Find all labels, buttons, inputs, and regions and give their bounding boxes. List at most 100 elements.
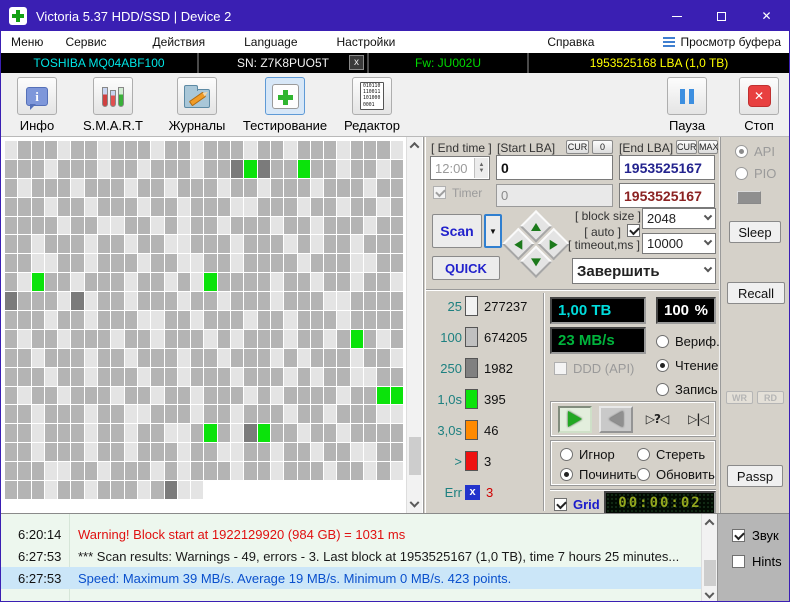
quick-button[interactable]: QUICK <box>432 256 500 280</box>
log-row[interactable]: 6:27:53*** Scan results: Warnings - 49, … <box>1 545 701 567</box>
scan-block <box>111 235 123 253</box>
log-scrollbar[interactable] <box>701 514 717 602</box>
scan-block <box>218 217 230 235</box>
ddd-api-checkbox[interactable] <box>554 362 567 375</box>
buffer-view-button[interactable]: Просмотр буфера <box>663 35 781 49</box>
radio-icon[interactable] <box>656 359 669 372</box>
toolbar-smart-button[interactable]: S.M.A.R.T <box>73 77 153 133</box>
toolbar-stop-button[interactable]: ✕ Стоп <box>731 77 787 133</box>
scrollbar-thumb[interactable] <box>409 437 421 475</box>
sound-checkbox[interactable] <box>732 529 745 542</box>
time-spinner[interactable]: ▲▼ <box>474 158 488 178</box>
scan-map-scrollbar[interactable] <box>406 137 422 513</box>
mode-radio-Вериф.[interactable]: Вериф. <box>656 335 720 348</box>
log-row[interactable]: 6:20:14Warning! Block start at 192212992… <box>1 523 701 545</box>
toolbar-testing-button[interactable]: Тестирование <box>239 77 331 133</box>
scrollbar-thumb[interactable] <box>704 560 716 586</box>
radio-icon[interactable] <box>560 468 573 481</box>
menu-item-2[interactable]: Сервис <box>65 35 106 49</box>
hints-toggle-row[interactable]: Hints <box>732 554 782 569</box>
grid-checkbox[interactable] <box>554 498 567 511</box>
scan-block <box>71 198 83 216</box>
end-lba-max-button[interactable]: MAX <box>698 140 718 154</box>
scroll-up-icon[interactable] <box>407 137 422 153</box>
toolbar-info-button[interactable]: i Инфо <box>7 77 67 133</box>
log-row[interactable]: 6:27:53Speed: Maximum 39 MB/s. Average 1… <box>1 567 701 589</box>
toolbar-editor-button[interactable]: 010110 110011 101000 0001 Редактор <box>333 77 411 133</box>
arrow-down-icon <box>531 258 541 266</box>
action-radio-Игнор[interactable]: Игнор <box>560 448 615 461</box>
scroll-up-icon[interactable] <box>702 514 717 530</box>
block-size-select[interactable]: 2048 <box>642 208 716 229</box>
menu-item-5[interactable]: Настройки <box>337 35 396 49</box>
passport-button[interactable]: Passp <box>727 465 783 487</box>
start-lba-input[interactable]: 0 <box>496 155 613 180</box>
seek-question-button[interactable]: ▷?◁ <box>640 412 674 426</box>
rd-button[interactable]: RD <box>757 391 784 404</box>
play-button[interactable] <box>558 406 592 433</box>
api-radio[interactable] <box>735 145 748 158</box>
end-lba-cur-button[interactable]: CUR <box>676 140 697 154</box>
scan-block <box>85 141 97 159</box>
scroll-down-icon[interactable] <box>407 497 422 513</box>
action-radio-Стереть[interactable]: Стереть <box>637 448 705 461</box>
menu-item-4[interactable]: Language <box>244 35 297 49</box>
scan-block <box>178 198 190 216</box>
device-model[interactable]: TOSHIBA MQ04ABF100 <box>1 53 197 73</box>
scan-button[interactable]: Scan <box>432 214 482 248</box>
back-button[interactable] <box>599 406 633 433</box>
end-time-input[interactable]: 12:00 ▲▼ <box>430 156 490 180</box>
close-button[interactable]: ✕ <box>744 1 789 31</box>
seek-edge-button[interactable]: ▷|◁ <box>681 412 715 426</box>
scan-block <box>351 368 363 386</box>
timer-input[interactable]: 0 <box>496 184 613 207</box>
radio-icon[interactable] <box>656 383 669 396</box>
radio-icon[interactable] <box>560 448 573 461</box>
sound-toggle-row[interactable]: Звук <box>732 528 779 543</box>
pio-radio-row[interactable]: PIO <box>735 167 776 180</box>
radio-icon[interactable] <box>656 335 669 348</box>
radio-icon[interactable] <box>637 448 650 461</box>
recall-button[interactable]: Recall <box>727 282 785 304</box>
device-capacity[interactable]: 1953525168 LBA (1,0 TB) <box>529 53 789 73</box>
action-radio-Починить[interactable]: Починить <box>560 468 637 481</box>
start-lba-zero-button[interactable]: 0 <box>592 140 613 154</box>
arrow-up-icon <box>531 222 541 230</box>
menu-item-6[interactable]: Справка <box>547 35 594 49</box>
scan-block <box>284 387 296 405</box>
sleep-button[interactable]: Sleep <box>729 221 781 243</box>
pio-radio[interactable] <box>735 167 748 180</box>
device-serial[interactable]: SN: Z7K8PUO5T x <box>199 53 367 73</box>
scan-block <box>364 273 376 291</box>
wr-button[interactable]: WR <box>726 391 753 404</box>
auto-checkbox[interactable] <box>627 224 640 237</box>
api-radio-row[interactable]: API <box>735 145 775 158</box>
end-lba-input[interactable]: 1953525167 <box>619 155 715 180</box>
timeout-select[interactable]: 10000 <box>642 233 716 254</box>
radio-icon[interactable] <box>637 468 650 481</box>
scroll-down-icon[interactable] <box>702 588 717 602</box>
device-tab-close-button[interactable]: x <box>349 55 364 70</box>
scan-block <box>98 443 110 461</box>
toolbar-journals-button[interactable]: Журналы <box>157 77 237 133</box>
scan-block <box>178 387 190 405</box>
start-lba-cur-button[interactable]: CUR <box>566 140 589 154</box>
scan-block <box>5 179 17 197</box>
scan-dropdown-button[interactable]: ▼ <box>484 214 502 248</box>
mode-radio-Чтение[interactable]: Чтение <box>656 359 720 372</box>
menu-item-1[interactable]: Меню <box>11 35 43 49</box>
scan-block <box>138 462 150 480</box>
hints-checkbox[interactable] <box>732 555 745 568</box>
action-radio-Обновить[interactable]: Обновить <box>637 468 715 481</box>
end-lba-input-2[interactable]: 1953525167 <box>619 183 715 208</box>
minimize-button[interactable] <box>654 1 699 31</box>
finish-action-select[interactable]: Завершить <box>572 258 716 284</box>
device-firmware[interactable]: Fw: JU002U <box>369 53 527 73</box>
mode-radio-Запись[interactable]: Запись <box>656 383 720 396</box>
scan-block <box>165 443 177 461</box>
timer-checkbox[interactable] <box>433 186 446 199</box>
toolbar-pause-button[interactable]: Пауза <box>659 77 715 133</box>
menu-item-3[interactable]: Действия <box>153 35 206 49</box>
scan-block <box>364 330 376 348</box>
maximize-button[interactable] <box>699 1 744 31</box>
